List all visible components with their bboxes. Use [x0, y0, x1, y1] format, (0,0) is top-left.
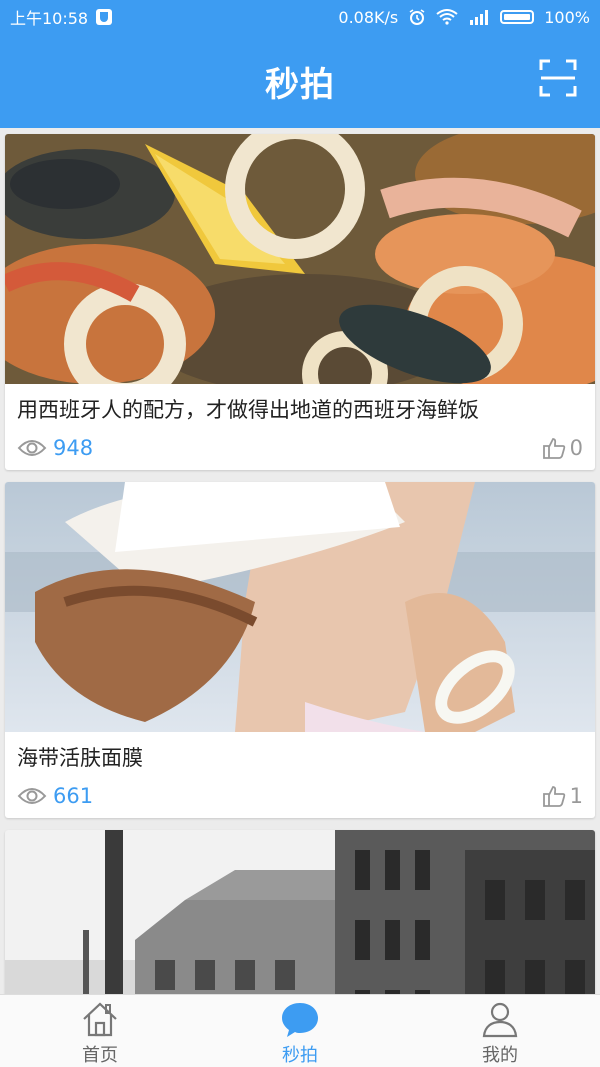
- view-count: 948: [17, 436, 93, 460]
- like-button[interactable]: 0: [542, 436, 583, 460]
- video-meta: 948 0: [5, 426, 595, 470]
- alarm-icon: [409, 9, 425, 25]
- tab-home-label: 首页: [82, 1045, 118, 1066]
- video-thumbnail-seafood-paella[interactable]: [5, 134, 595, 384]
- video-feed: 用西班牙人的配方，才做得出地道的西班牙海鲜饭 948 0 海带活肤面膜 661 …: [0, 128, 600, 994]
- bottom-tab-bar: 首页 秒拍 我的: [0, 994, 600, 1067]
- seafood-image: [5, 134, 595, 384]
- user-icon: [482, 1002, 518, 1038]
- like-button[interactable]: 1: [542, 784, 583, 808]
- page-title: 秒拍: [265, 64, 335, 105]
- like-count: 0: [569, 436, 583, 460]
- tab-home[interactable]: 首页: [0, 995, 200, 1067]
- like-count: 1: [569, 784, 583, 808]
- battery-level: 100%: [544, 7, 590, 27]
- battery-icon: [500, 10, 535, 24]
- eye-icon: [17, 788, 47, 804]
- chat-bubble-icon: [282, 1003, 318, 1037]
- status-bar: 上午10:58 0.08K/s 100%: [0, 0, 600, 34]
- app-bar: 秒拍: [0, 34, 600, 128]
- video-title[interactable]: 海带活肤面膜: [5, 732, 595, 774]
- tab-miaopai-label: 秒拍: [282, 1045, 318, 1066]
- video-card[interactable]: 用西班牙人的配方，才做得出地道的西班牙海鲜饭 948 0: [5, 134, 595, 470]
- wifi-icon: [436, 9, 458, 25]
- status-time: 上午10:58: [10, 9, 89, 28]
- home-icon: [83, 1002, 117, 1037]
- video-meta: 661 1: [5, 774, 595, 818]
- video-title[interactable]: 用西班牙人的配方，才做得出地道的西班牙海鲜饭: [5, 384, 595, 426]
- scan-icon[interactable]: [538, 58, 578, 98]
- tab-miaopai[interactable]: 秒拍: [200, 995, 400, 1067]
- view-count: 661: [17, 784, 93, 808]
- signal-icon: [470, 10, 489, 25]
- thumbs-up-icon: [542, 438, 565, 459]
- tab-profile-label: 我的: [482, 1045, 518, 1066]
- street-image: [5, 830, 595, 994]
- security-shield-icon: [96, 9, 113, 25]
- view-count-value: 948: [53, 436, 94, 460]
- thumbs-up-icon: [542, 786, 565, 807]
- video-card[interactable]: 海带活肤面膜 661 1: [5, 482, 595, 818]
- video-card[interactable]: [5, 830, 595, 994]
- tab-profile[interactable]: 我的: [400, 995, 600, 1067]
- woman-hat-image: [5, 482, 595, 732]
- video-thumbnail-street[interactable]: [5, 830, 595, 994]
- view-count-value: 661: [53, 784, 94, 808]
- network-speed: 0.08K/s: [338, 7, 399, 27]
- video-thumbnail-seaweed-mask[interactable]: [5, 482, 595, 732]
- eye-icon: [17, 440, 47, 456]
